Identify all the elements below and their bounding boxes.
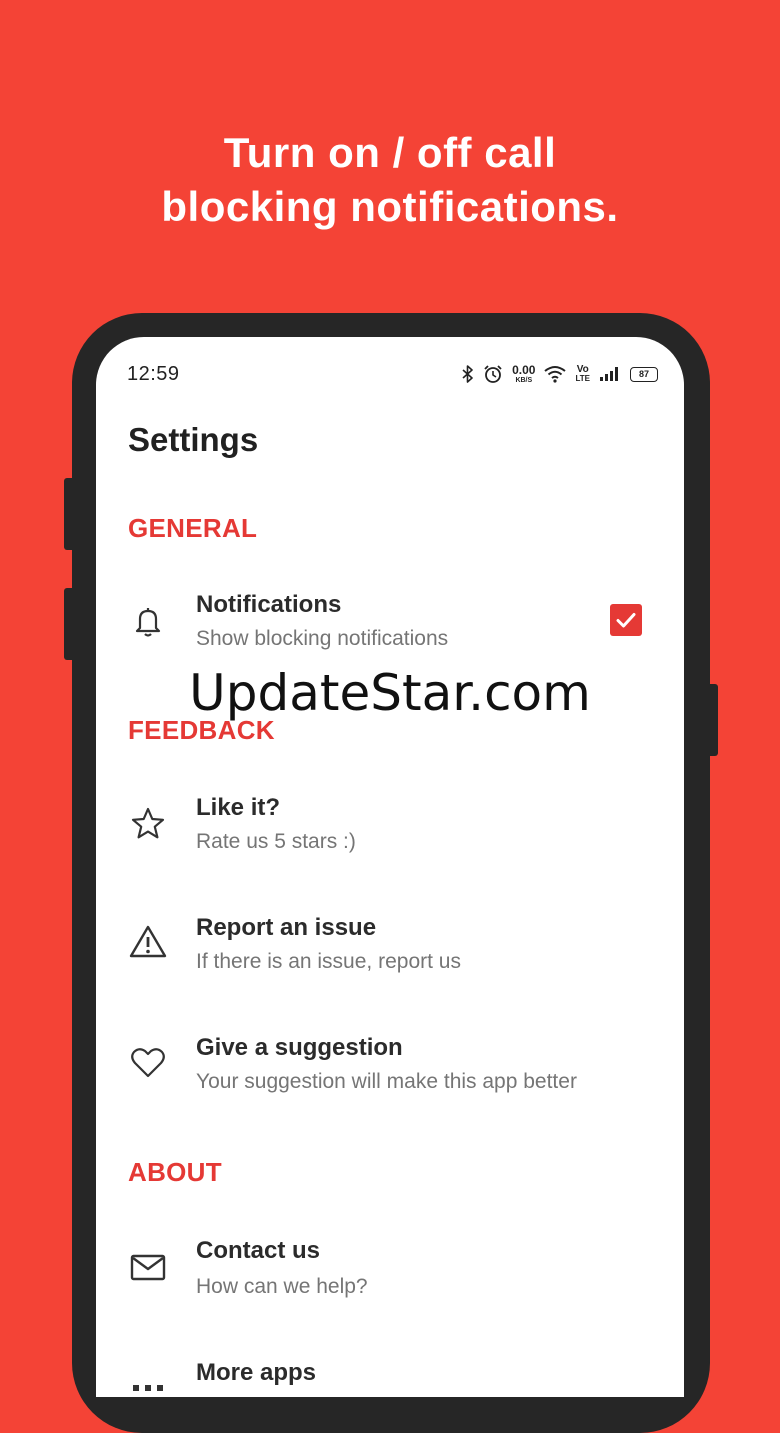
volte-indicator: Vo LTE <box>575 365 590 383</box>
heart-icon <box>128 1042 168 1082</box>
give-suggestion-subtitle: Your suggestion will make this app bette… <box>196 1070 577 1093</box>
network-speed: 0.00 KB/S <box>512 364 535 384</box>
checkmark-icon <box>616 613 636 628</box>
more-apps-item[interactable]: More apps <box>96 1357 684 1397</box>
give-suggestion-item[interactable]: Give a suggestion Your suggestion will m… <box>96 1030 684 1120</box>
mail-icon <box>128 1247 168 1287</box>
bell-icon <box>128 601 168 641</box>
section-about: ABOUT <box>128 1157 222 1187</box>
network-speed-value: 0.00 <box>512 363 536 377</box>
more-apps-title: More apps <box>196 1359 317 1386</box>
notifications-checkbox[interactable] <box>610 604 642 636</box>
phone-screen: 12:59 0.00 KB/S Vo LTE 87 Settings GENER… <box>96 337 684 1397</box>
like-it-subtitle: Rate us 5 stars :) <box>196 830 356 853</box>
contact-us-subtitle: How can we help? <box>196 1275 368 1298</box>
contact-us-item[interactable]: Contact us How can we help? <box>96 1233 684 1323</box>
volte-bottom: LTE <box>575 374 590 383</box>
report-issue-title: Report an issue <box>196 914 377 941</box>
headline-line-2: blocking notifications. <box>161 183 619 230</box>
star-icon <box>128 804 168 844</box>
alarm-icon <box>483 364 503 384</box>
battery-indicator: 87 <box>630 366 658 382</box>
give-suggestion-title: Give a suggestion <box>196 1034 403 1061</box>
section-general: GENERAL <box>128 513 258 543</box>
status-icons: 0.00 KB/S Vo LTE 87 <box>462 359 658 389</box>
promo-headline: Turn on / off call blocking notification… <box>0 126 780 234</box>
status-bar: 12:59 0.00 KB/S Vo LTE 87 <box>96 337 684 409</box>
like-it-item[interactable]: Like it? Rate us 5 stars :) <box>96 790 684 880</box>
page-title: Settings <box>128 421 259 458</box>
like-it-title: Like it? <box>196 794 281 821</box>
status-time: 12:59 <box>127 363 180 385</box>
signal-icon <box>599 366 621 382</box>
contact-us-title: Contact us <box>196 1237 321 1264</box>
network-speed-unit: KB/S <box>515 377 533 384</box>
report-issue-item[interactable]: Report an issue If there is an issue, re… <box>96 910 684 1000</box>
notifications-title: Notifications <box>196 591 342 618</box>
wifi-icon <box>544 365 567 383</box>
bluetooth-icon <box>462 365 474 383</box>
watermark-text: UpdateStar.com <box>189 664 591 722</box>
notifications-subtitle: Show blocking notifications <box>196 627 449 650</box>
headline-line-1: Turn on / off call <box>223 129 557 176</box>
report-issue-subtitle: If there is an issue, report us <box>196 950 461 973</box>
more-dots-icon <box>128 1373 168 1397</box>
warning-icon <box>128 922 168 962</box>
